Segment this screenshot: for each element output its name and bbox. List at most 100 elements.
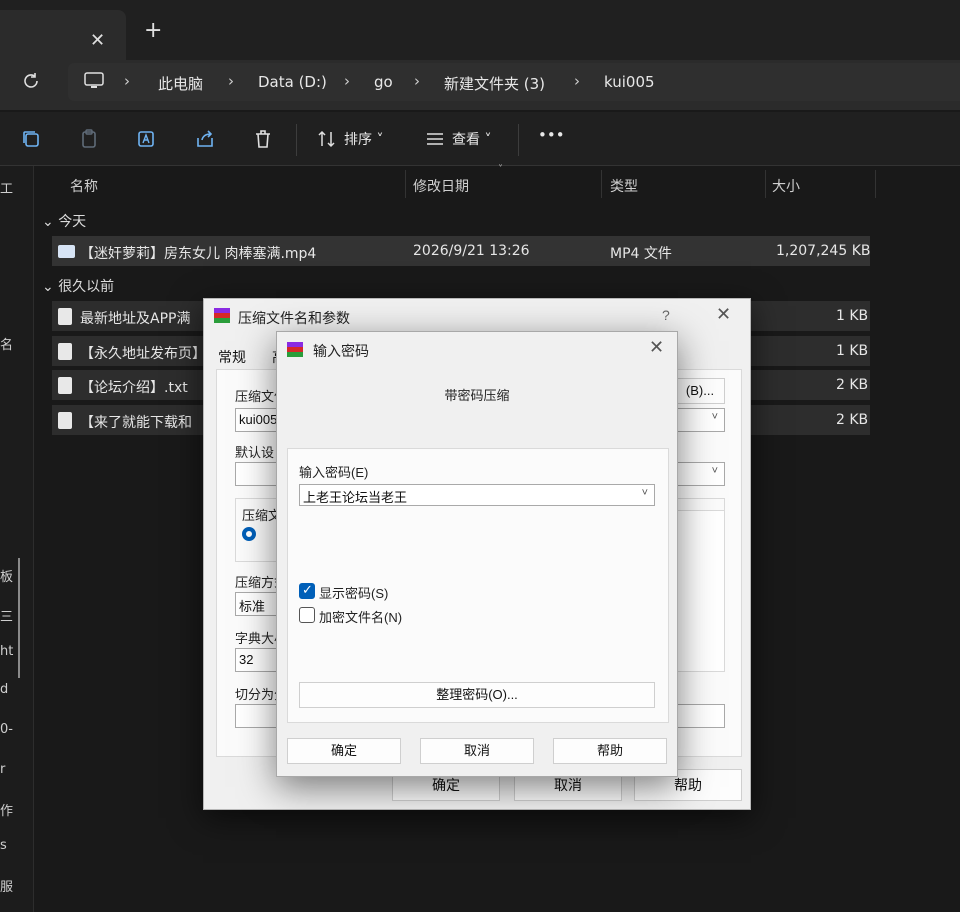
breadcrumb-separator: › bbox=[414, 72, 420, 90]
nav-item[interactable]: ht bbox=[0, 644, 13, 659]
password-input[interactable]: 上老王论坛当老王 ˅ bbox=[299, 484, 655, 506]
view-label: 查看 bbox=[452, 132, 480, 148]
file-name: 【论坛介绍】.txt bbox=[80, 380, 188, 396]
file-size: 1,207,245 KB bbox=[776, 243, 871, 259]
breadcrumb-new-folder[interactable]: 新建文件夹 (3) bbox=[444, 73, 545, 94]
nav-item[interactable]: 作 bbox=[0, 800, 13, 819]
file-name: 【来了就能下载和 bbox=[80, 415, 192, 431]
sort-button[interactable]: 排序 ˅ bbox=[344, 129, 383, 149]
file-name: 【永久地址发布页】 bbox=[80, 346, 206, 362]
encrypt-filenames-label: 加密文件名(N) bbox=[319, 610, 403, 625]
copy-icon[interactable] bbox=[20, 128, 42, 150]
nav-item[interactable]: 0- bbox=[0, 722, 13, 737]
chevron-down-icon[interactable]: ˅ bbox=[642, 487, 648, 499]
sort-icon[interactable] bbox=[316, 128, 338, 150]
column-header-type[interactable]: 类型 bbox=[610, 166, 638, 202]
file-size: 2 KB bbox=[836, 377, 869, 393]
column-header-size[interactable]: 大小 bbox=[772, 166, 800, 202]
text-file-icon bbox=[58, 377, 72, 394]
view-button[interactable]: 查看 ˅ bbox=[452, 129, 491, 149]
column-divider bbox=[601, 170, 602, 198]
tab-close-icon[interactable]: ✕ bbox=[90, 30, 105, 51]
paste-icon[interactable] bbox=[78, 128, 100, 150]
address-bar[interactable]: › 此电脑 › Data (D:) › go › 新建文件夹 (3) › kui… bbox=[68, 63, 960, 101]
rename-icon[interactable] bbox=[136, 128, 158, 150]
text-file-icon bbox=[58, 308, 72, 325]
cancel-button[interactable]: 取消 bbox=[420, 738, 534, 764]
delete-icon[interactable] bbox=[252, 128, 274, 150]
close-icon[interactable]: ✕ bbox=[716, 304, 731, 325]
nav-item[interactable]: r bbox=[0, 762, 5, 777]
new-tab-icon[interactable]: + bbox=[144, 18, 162, 43]
chevron-down-icon: ˅ bbox=[711, 465, 718, 477]
method-value: 标准 bbox=[239, 599, 266, 614]
group-header-long-ago[interactable]: ⌄ 很久以前 bbox=[42, 276, 114, 296]
refresh-icon[interactable] bbox=[20, 70, 44, 94]
winrar-icon bbox=[214, 308, 230, 324]
file-size: 2 KB bbox=[836, 412, 869, 428]
share-icon[interactable] bbox=[194, 128, 216, 150]
rar-radio[interactable] bbox=[242, 527, 256, 541]
group-header-today[interactable]: ⌄ 今天 bbox=[42, 211, 86, 231]
column-header-name[interactable]: 名称 bbox=[70, 166, 98, 202]
file-date: 2026/9/21 13:26 bbox=[413, 243, 530, 259]
breadcrumb-this-pc[interactable]: 此电脑 bbox=[158, 73, 203, 94]
sort-indicator-icon: ˅ bbox=[498, 164, 503, 175]
breadcrumb-separator: › bbox=[228, 72, 234, 90]
column-divider bbox=[875, 170, 876, 198]
help-button[interactable]: 帮助 bbox=[553, 738, 667, 764]
nav-item[interactable]: d bbox=[0, 682, 8, 697]
explorer-tab[interactable]: ✕ bbox=[0, 10, 126, 60]
toolbar-divider bbox=[518, 124, 519, 156]
dialog-title: 输入密码 bbox=[313, 343, 369, 359]
archive-name-value: kui005 bbox=[239, 412, 278, 427]
sort-label: 排序 bbox=[344, 132, 372, 148]
nav-scrollbar[interactable] bbox=[18, 558, 20, 678]
tab-general[interactable]: 常规 bbox=[218, 347, 246, 367]
show-password-label: 显示密码(S) bbox=[319, 586, 389, 601]
dialog-title: 压缩文件名和参数 bbox=[238, 310, 350, 326]
organize-passwords-button[interactable]: 整理密码(O)... bbox=[299, 682, 655, 708]
group-long-ago-label: 很久以前 bbox=[58, 279, 115, 295]
help-icon[interactable]: ? bbox=[662, 307, 670, 323]
nav-item[interactable]: 名 bbox=[0, 334, 13, 353]
encrypt-filenames-checkbox[interactable] bbox=[299, 607, 315, 623]
file-size: 1 KB bbox=[836, 343, 869, 359]
nav-item[interactable]: s bbox=[0, 838, 7, 853]
video-file-icon bbox=[58, 245, 75, 258]
text-file-icon bbox=[58, 343, 72, 360]
text-file-icon bbox=[58, 412, 72, 429]
dictionary-value: 32 bbox=[239, 652, 254, 667]
dialog-subtitle: 带密码压缩 bbox=[444, 388, 510, 403]
file-name: 【迷奸萝莉】房东女儿 肉棒塞满.mp4 bbox=[80, 246, 317, 262]
file-type: MP4 文件 bbox=[610, 246, 672, 262]
column-divider bbox=[765, 170, 766, 198]
breadcrumb-separator: › bbox=[574, 72, 580, 90]
column-divider bbox=[405, 170, 406, 198]
nav-item[interactable]: 板 bbox=[0, 566, 13, 585]
breadcrumb-go[interactable]: go bbox=[374, 73, 393, 91]
toolbar-divider bbox=[296, 124, 297, 156]
close-icon[interactable]: ✕ bbox=[649, 337, 664, 358]
column-header-date[interactable]: 修改日期 bbox=[413, 166, 469, 202]
file-row[interactable]: 【迷奸萝莉】房东女儿 肉棒塞满.mp4 2026/9/21 13:26 MP4 … bbox=[52, 236, 871, 266]
computer-icon bbox=[84, 72, 104, 94]
password-label: 输入密码(E) bbox=[299, 465, 369, 480]
file-size: 1 KB bbox=[836, 308, 869, 324]
breadcrumb-kui005[interactable]: kui005 bbox=[604, 73, 655, 91]
browse-button[interactable]: (B)... bbox=[675, 378, 725, 404]
nav-item[interactable]: 服 bbox=[0, 876, 13, 895]
group-today-label: 今天 bbox=[58, 214, 87, 230]
tab-bar: ✕ + bbox=[0, 0, 960, 60]
show-password-checkbox[interactable] bbox=[299, 582, 315, 599]
more-options-icon[interactable]: ••• bbox=[538, 126, 565, 144]
address-row: › 此电脑 › Data (D:) › go › 新建文件夹 (3) › kui… bbox=[0, 60, 960, 110]
breadcrumb-data-d[interactable]: Data (D:) bbox=[258, 73, 327, 91]
nav-item[interactable]: 工 bbox=[0, 178, 13, 197]
ok-button[interactable]: 确定 bbox=[287, 738, 401, 764]
winrar-icon bbox=[287, 342, 303, 358]
file-name: 最新地址及APP满 bbox=[80, 311, 191, 327]
breadcrumb-separator: › bbox=[124, 72, 130, 90]
view-icon[interactable] bbox=[424, 128, 446, 150]
nav-item[interactable]: 三 bbox=[0, 606, 13, 625]
